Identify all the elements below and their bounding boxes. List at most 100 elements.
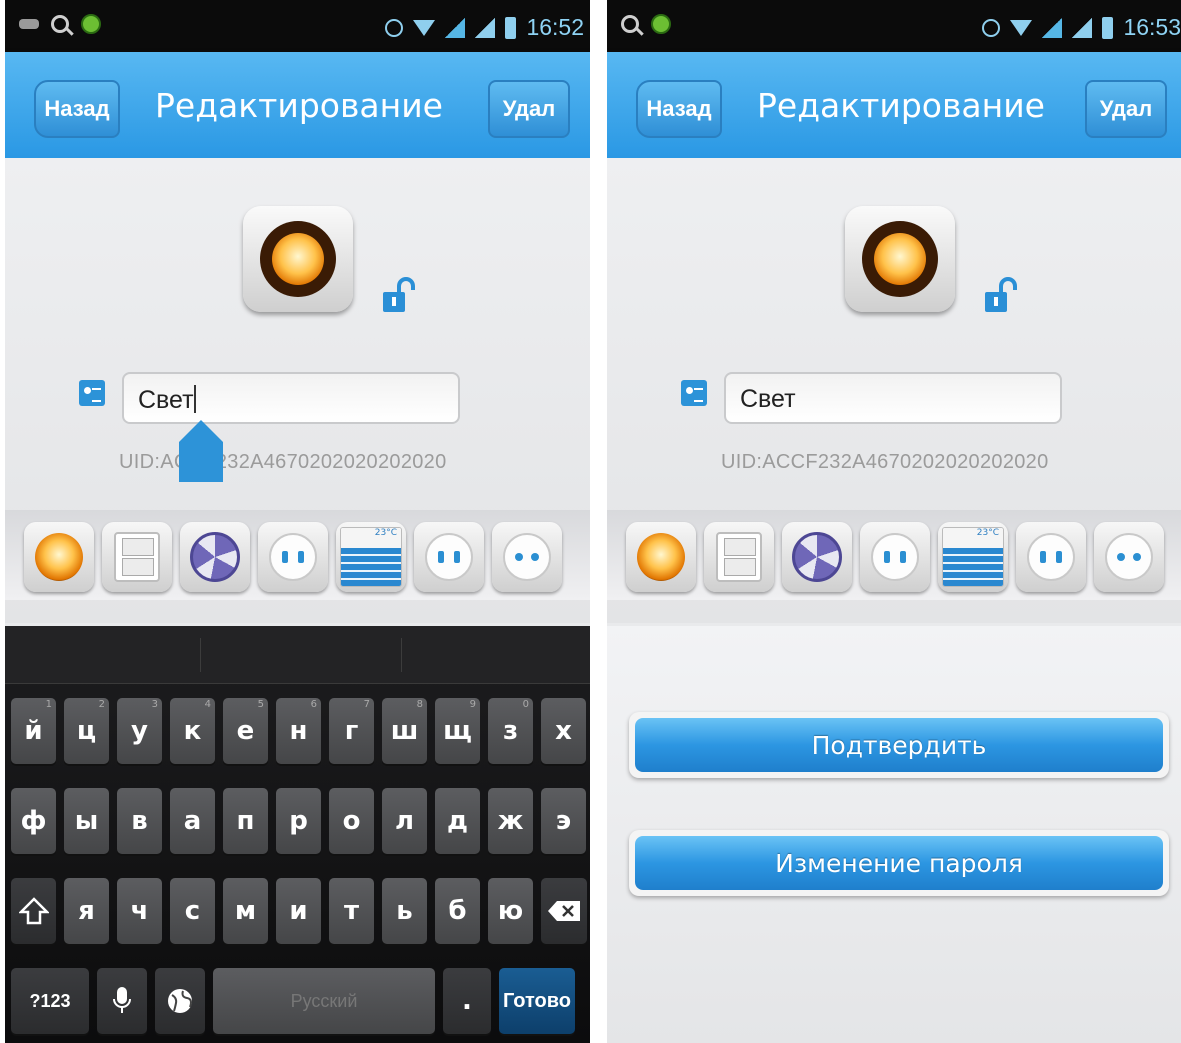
type-fan-button[interactable]: [782, 522, 852, 592]
nav-bar: Назад Редактирование Удал: [607, 52, 1181, 158]
keyboard-row-3: я ч с м и т ь бю: [5, 878, 590, 944]
suggestion-strip: [5, 626, 590, 684]
key-letter[interactable]: с: [170, 878, 215, 944]
symbols-key[interactable]: ?123: [11, 968, 89, 1034]
done-key[interactable]: Готово: [499, 968, 575, 1034]
plug-icon: [503, 533, 551, 581]
back-button[interactable]: Назад: [636, 80, 722, 138]
type-plug-button[interactable]: [492, 522, 562, 592]
key-label: е: [236, 716, 255, 746]
wifi-icon: [1010, 19, 1033, 36]
language-key[interactable]: [155, 968, 205, 1034]
search-icon: [51, 15, 69, 33]
backspace-key[interactable]: [541, 878, 587, 944]
key-label: а: [183, 806, 202, 836]
key-letter[interactable]: ц2: [64, 698, 109, 764]
key-letter[interactable]: в: [117, 788, 162, 854]
key-label: у: [131, 716, 148, 746]
type-socket-button[interactable]: [414, 522, 484, 592]
key-letter[interactable]: о: [329, 788, 374, 854]
key-letter[interactable]: я: [64, 878, 109, 944]
key-letter[interactable]: у3: [117, 698, 162, 764]
key-letter[interactable]: м: [223, 878, 268, 944]
device-light-icon[interactable]: [243, 206, 353, 312]
type-light-button[interactable]: [24, 522, 94, 592]
key-letter[interactable]: х: [541, 698, 586, 764]
device-name-value: Свет: [138, 386, 194, 414]
delete-button[interactable]: Удал: [488, 80, 570, 138]
key-letter[interactable]: ф: [11, 788, 56, 854]
key-letter[interactable]: п: [223, 788, 268, 854]
switch-icon: [114, 532, 160, 582]
key-letter[interactable]: а: [170, 788, 215, 854]
device-name-field[interactable]: Свет: [122, 372, 460, 424]
key-hint: 5: [257, 699, 264, 710]
key-letter[interactable]: е5: [223, 698, 268, 764]
delete-button[interactable]: Удал: [1085, 80, 1167, 138]
key-letter[interactable]: ю: [488, 878, 533, 944]
app-notification-icon: [651, 14, 671, 34]
unlock-icon[interactable]: [981, 276, 1021, 316]
status-time: 16:52: [526, 14, 584, 40]
key-letter[interactable]: э: [541, 788, 586, 854]
fan-icon: [190, 532, 240, 582]
text-cursor: [193, 385, 196, 413]
key-letter[interactable]: ь: [382, 878, 427, 944]
screen-edit-buttons: 16:53 Назад Редактирование Удал Свет UID…: [607, 0, 1181, 1043]
key-letter[interactable]: д: [435, 788, 480, 854]
bulb-icon: [862, 221, 938, 297]
device-light-icon[interactable]: [845, 206, 955, 312]
change-password-button[interactable]: Изменение пароля: [629, 830, 1169, 896]
device-name-field[interactable]: Свет: [724, 372, 1062, 424]
key-letter[interactable]: к4: [170, 698, 215, 764]
key-label: г: [344, 716, 359, 746]
key-hint: 4: [204, 699, 211, 710]
device-type-row: 23°C: [5, 510, 590, 600]
type-switch-button[interactable]: [102, 522, 172, 592]
key-letter[interactable]: б: [435, 878, 480, 944]
key-letter[interactable]: л: [382, 788, 427, 854]
type-outlet-button[interactable]: [258, 522, 328, 592]
back-button[interactable]: Назад: [34, 80, 120, 138]
key-letter[interactable]: ч: [117, 878, 162, 944]
shift-key[interactable]: [11, 878, 56, 944]
type-ac-button[interactable]: 23°C: [938, 522, 1008, 592]
key-letter[interactable]: з0: [488, 698, 533, 764]
ac-temp-label: 23°C: [341, 528, 401, 548]
key-label: р: [289, 806, 308, 836]
key-label: о: [342, 806, 361, 836]
key-letter[interactable]: г7: [329, 698, 374, 764]
type-fan-button[interactable]: [180, 522, 250, 592]
type-socket-button[interactable]: [1016, 522, 1086, 592]
key-letter[interactable]: ы: [64, 788, 109, 854]
type-light-button[interactable]: [626, 522, 696, 592]
key-letter[interactable]: и: [276, 878, 321, 944]
key-letter[interactable]: н6: [276, 698, 321, 764]
period-key[interactable]: .: [443, 968, 491, 1034]
globe-icon: [168, 989, 192, 1013]
key-letter[interactable]: р: [276, 788, 321, 854]
key-letter[interactable]: й1: [11, 698, 56, 764]
key-label: к: [183, 716, 202, 746]
battery-icon: [1102, 16, 1114, 39]
type-outlet-button[interactable]: [860, 522, 930, 592]
text-selection-handle[interactable]: [179, 420, 223, 482]
confirm-button-label: Подтвердить: [635, 718, 1163, 772]
confirm-button[interactable]: Подтвердить: [629, 712, 1169, 778]
space-key[interactable]: Русский: [213, 968, 435, 1034]
type-switch-button[interactable]: [704, 522, 774, 592]
device-edit-panel: Свет UID:ACCF232A4670202020202020 23°C: [607, 158, 1181, 623]
mic-key[interactable]: [97, 968, 147, 1034]
key-letter[interactable]: т: [329, 878, 374, 944]
key-letter[interactable]: ш8: [382, 698, 427, 764]
type-plug-button[interactable]: [1094, 522, 1164, 592]
key-label: я: [78, 896, 95, 926]
bulb-icon: [35, 533, 83, 581]
key-letter[interactable]: ж: [488, 788, 533, 854]
key-label: ф: [20, 806, 47, 836]
unlock-icon[interactable]: [379, 276, 419, 316]
type-ac-button[interactable]: 23°C: [336, 522, 406, 592]
status-bar: 16:52: [5, 0, 590, 52]
key-letter[interactable]: щ9: [435, 698, 480, 764]
signal-icon: [1042, 17, 1063, 38]
